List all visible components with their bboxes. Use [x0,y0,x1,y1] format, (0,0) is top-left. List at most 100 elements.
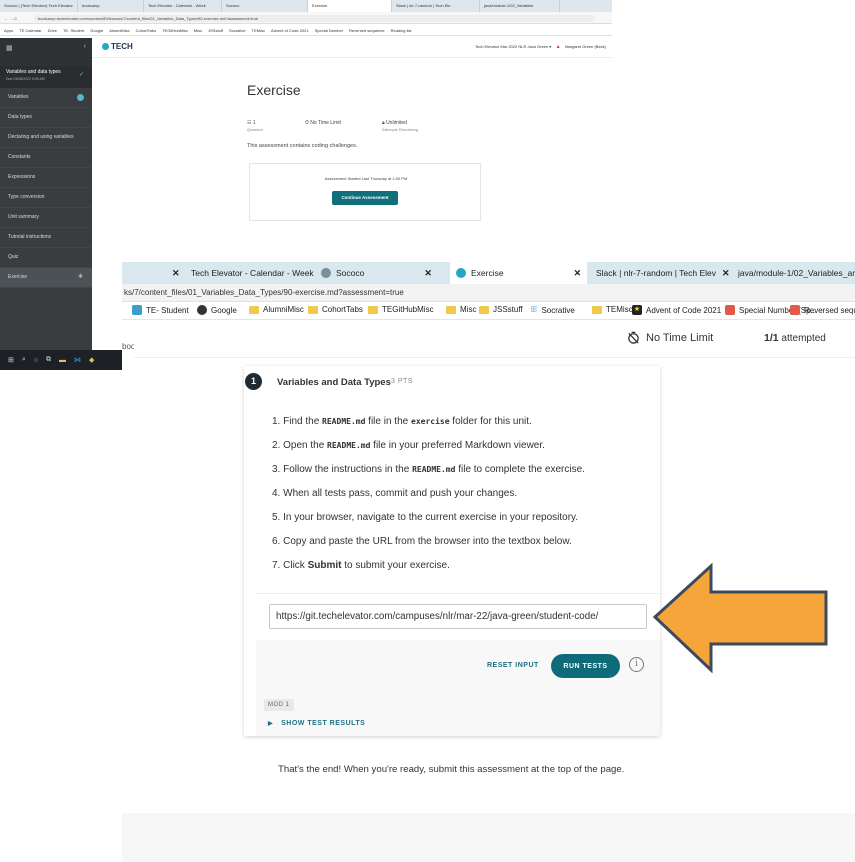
info-icon[interactable]: i [629,657,644,672]
bg-bookmark[interactable]: Misc [194,28,202,35]
bg-bookmark[interactable]: Apps [4,28,13,35]
bg-sidebar-item[interactable]: Declaring and using variables [0,128,92,148]
sococo-icon [321,268,331,278]
bg-bookmark[interactable]: Special Number [315,28,343,35]
tab-exercise[interactable]: Exercise ✕ [450,262,587,284]
time-limit: No Time Limit [627,331,713,344]
bg-tab[interactable]: bootcamp [78,0,144,12]
bookmark-advent[interactable]: ★ Advent of Code 2021 [632,305,721,315]
close-icon[interactable]: ✕ [722,268,729,279]
repository-url-input[interactable] [269,604,647,629]
tab-sococo[interactable]: Sococo ✕ [321,262,461,284]
bg-tab[interactable]: Slack | nlr-7-random | Tech Ele [392,0,480,12]
bg-tab[interactable]: Sococo [222,0,308,12]
bg-sidebar-item[interactable]: Tutorial instructions [0,228,92,248]
bg-sidebar-item[interactable]: Variables [0,88,92,108]
bookmark-folder[interactable]: Misc [446,305,476,314]
bg-bookmark[interactable]: Google [90,28,103,35]
bg-bookmark[interactable]: Drive [48,28,57,35]
user-name[interactable]: Margaret Green (Beck) [565,44,606,49]
bg-nav-icons[interactable]: ← → C [4,16,17,21]
attempted-count: 1/1 attempted [764,332,826,344]
bg-bookmark[interactable]: Socrative [229,28,246,35]
close-icon[interactable]: ✕ [424,268,432,279]
bg-bookmark[interactable]: Reading list [391,28,412,35]
grid-icon[interactable]: ▦ [6,45,13,52]
bg-address-bar: ← → C bootcamp.techelevator.com/courses/… [0,12,612,24]
folder-icon [308,305,318,314]
bg-sidebar-item[interactable]: Quiz [0,248,92,268]
bg-sidebar-item[interactable]: Data types [0,108,92,128]
tab-calendar[interactable]: Tech Elevator - Calendar - Week ✕ [186,262,316,284]
task-view-icon[interactable]: ⧉ [46,356,51,364]
bg-sidebar-header: ▦ ‹ [0,38,92,66]
bg-sidebar-item[interactable]: Expressions [0,168,92,188]
bg-bookmark[interactable]: TEMisc [252,28,265,35]
cohort-selector[interactable]: Tech Elevator Mar 2022 NLR Java Green ▾ [475,44,551,49]
bg-bookmark[interactable]: Advent of Code 2021 [271,28,309,35]
bg-sidebar-item[interactable]: Unit summary [0,208,92,228]
bookmark-google[interactable]: Google [197,305,237,315]
bg-url-field[interactable]: bootcamp.techelevator.com/courses/89/les… [34,15,594,22]
bookmark-folder[interactable]: TEMisc [592,305,633,314]
bg-bookmark[interactable]: CohortTabs [136,28,156,35]
tab-close-prev[interactable]: ✕ [166,262,182,284]
bg-course-header[interactable]: Variables and data types Due 03/08/2022 … [0,66,92,88]
tech-elevator-logo[interactable]: TECH [102,42,133,51]
close-icon[interactable]: ✕ [172,268,180,279]
bookmark-reversed[interactable]: Reversed sequence... [790,305,855,315]
cortana-icon[interactable]: ○ [34,357,38,364]
instruction-step: 1. Find the README.md file in the exerci… [272,416,532,427]
bg-bookmarks-bar: Apps TE Calendar Drive TE- Student Googl… [0,25,612,36]
end-message: That's the end! When you're ready, submi… [278,764,625,775]
bookmarks-bar: TE- Student Google AlumniMisc CohortTabs… [122,302,855,320]
notification-icon[interactable]: ♟ [556,44,560,49]
folder-icon [368,305,378,314]
search-icon[interactable]: ⌕ [22,356,26,364]
folder-icon [249,305,259,314]
bg-bookmark[interactable]: TE Calendar [19,28,41,35]
bg-tab-active[interactable]: Exercise [308,0,392,12]
assessment-header: bootc No Time Limit 1/1 attempted [122,320,855,358]
bg-bookmark[interactable]: TE- Student [63,28,84,35]
close-icon[interactable]: ✕ [574,268,582,279]
bookmark-te-student[interactable]: TE- Student [132,305,189,315]
windows-start-icon[interactable]: ⊞ [8,356,14,364]
app-icon[interactable]: ◆ [89,356,94,364]
progress-dot-icon [77,94,84,101]
tab-slack[interactable]: Slack | nlr-7-random | Tech Elev ✕ [591,262,729,284]
bookmark-folder[interactable]: CohortTabs [308,305,363,314]
url-text[interactable]: ks/7/content_files/01_Variables_Data_Typ… [124,288,404,297]
instruction-step: 2. Open the README.md file in your prefe… [272,440,545,451]
bg-bookmark[interactable]: TEGitHubMisc [162,28,188,35]
bg-tab[interactable]: Sococo | (Tech Elevator) Tech Elevator [0,0,78,12]
bookmark-folder[interactable]: AlumniMisc [249,305,304,314]
bookmark-folder[interactable]: JSSstuff [479,305,523,314]
bg-bookmark[interactable]: JSSstuff [208,28,223,35]
file-explorer-icon[interactable]: ▬ [59,357,66,364]
vscode-icon[interactable]: ⋈ [74,356,81,364]
codewars-icon [790,305,800,315]
continue-assessment-button[interactable]: Continue Assessment [332,191,398,205]
chevron-left-icon[interactable]: ‹ [84,43,86,50]
folder-icon [446,305,456,314]
reset-input-button[interactable]: RESET INPUT [487,662,539,669]
tab-github[interactable]: java/module-1/02_Variables_an ✕ [733,262,855,284]
bookmark-folder[interactable]: TEGitHubMisc [368,305,434,314]
bg-app-header: TECH Tech Elevator Mar 2022 NLR Java Gre… [92,38,612,58]
address-bar[interactable]: ks/7/content_files/01_Variables_Data_Typ… [122,284,855,302]
bg-tab[interactable]: Tech Elevator - Calendar - Week [144,0,222,12]
bg-sidebar-item[interactable]: Constants [0,148,92,168]
run-tests-button[interactable]: RUN TESTS [551,654,620,678]
instruction-step: 6. Copy and paste the URL from the brows… [272,536,572,547]
bookmark-socrative[interactable]: ꕥ Socrative [530,305,575,315]
stopwatch-off-icon: ⏱ [305,120,309,126]
bg-bookmark[interactable]: AlumniMisc [109,28,129,35]
bg-sidebar-item[interactable]: Type conversion [0,188,92,208]
bg-sidebar-item-active[interactable]: Exercise ✱ [0,268,92,288]
show-test-results-toggle[interactable]: ▶ SHOW TEST RESULTS [268,720,365,727]
google-icon [197,305,207,315]
stopwatch-off-icon [628,331,639,344]
bg-tab[interactable]: java/module-1/02_Variables [480,0,560,12]
bg-bookmark[interactable]: Reversed sequence [349,28,385,35]
